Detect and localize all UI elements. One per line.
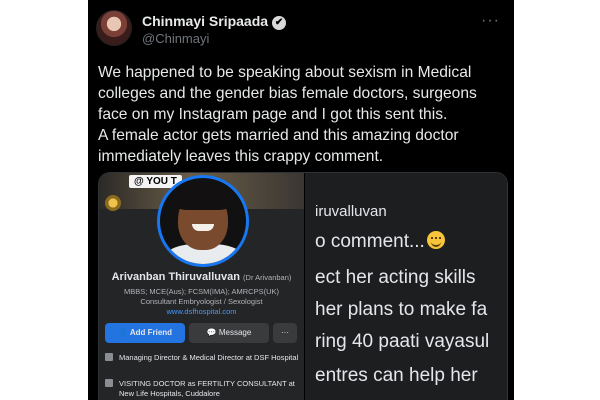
tweet-text: We happened to be speaking about sexism … (98, 62, 508, 167)
comment-screenshot[interactable]: iruvalluvan o comment... ect her acting … (304, 173, 507, 400)
tweet-media[interactable]: @ YOU T Arivanban Thiruvalluvan (Dr Ariv… (98, 172, 508, 400)
verified-icon: ✔ (272, 16, 287, 30)
message-button: 💬 Message (189, 323, 269, 343)
tweet-text-paragraph-1: We happened to be speaking about sexism … (98, 64, 477, 123)
add-friend-icon: 👤 (117, 328, 130, 337)
tweet-card: Chinmayi Sripaada ✔ @Chinmayi ··· We happ… (88, 0, 514, 400)
briefcase-icon (105, 353, 113, 361)
comment-line-6: entres can help her (315, 365, 478, 386)
info-text-visiting: VISITING DOCTOR as FERTILITY CONSULTANT … (119, 379, 295, 398)
qualifications-line-2: Consultant Embryologist / Sexologist (140, 296, 263, 306)
message-label: Message (218, 328, 252, 337)
add-friend-button: 👤 Add Friend (105, 323, 185, 343)
author-name[interactable]: Chinmayi Sripaada ✔ (142, 13, 287, 30)
author-handle[interactable]: @Chinmayi (142, 31, 209, 46)
smiley-emoji-icon (426, 231, 445, 249)
author-name-text[interactable]: Chinmayi Sripaada (142, 13, 268, 29)
more-options-icon[interactable]: ··· (481, 12, 500, 30)
facebook-profile-screenshot[interactable]: @ YOU T Arivanban Thiruvalluvan (Dr Ariv… (99, 173, 304, 400)
badge-icon (105, 195, 121, 211)
info-text-work: Managing Director & Medical Director at … (119, 353, 299, 362)
comment-line-2-text: o comment... (315, 231, 425, 252)
briefcase-icon (105, 379, 113, 387)
add-friend-label: Add Friend (129, 328, 173, 337)
profile-name: Arivanban Thiruvalluvan (Dr Arivanban) (99, 271, 304, 283)
profile-picture (157, 175, 249, 267)
messenger-icon: 💬 (206, 328, 219, 337)
profile-qualifications: MBBS; MCE(Aus); FCSM(IMA); AMRCPS(UK) Co… (99, 287, 304, 306)
qualifications-line-1: MBBS; MCE(Aus); FCSM(IMA); AMRCPS(UK) (123, 287, 279, 296)
more-button: ··· (273, 323, 297, 343)
comment-line-3: ect her acting skills (315, 267, 476, 288)
comment-line-4: her plans to make fa (315, 299, 488, 320)
hair-shape (176, 184, 230, 210)
comment-line-5: ring 40 paati vayasul (315, 331, 490, 352)
profile-alt-name: (Dr Arivanban) (243, 273, 292, 282)
tweet-text-paragraph-2: A female actor gets married and this ama… (98, 127, 459, 165)
comment-line-2: o comment... (315, 231, 445, 253)
profile-website: www.dsfhospital.com (166, 307, 237, 316)
profile-name-text: Arivanban Thiruvalluvan (111, 271, 240, 283)
author-avatar[interactable] (96, 10, 132, 46)
comment-line-1: iruvalluvan (315, 203, 387, 220)
smile-shape (192, 224, 214, 231)
